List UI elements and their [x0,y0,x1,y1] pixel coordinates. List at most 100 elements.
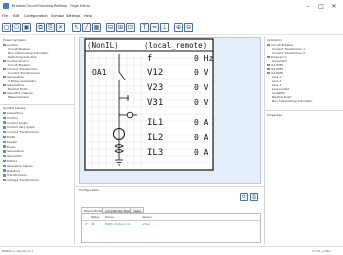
menu-configuration[interactable]: Configuration [24,14,48,18]
align-center-icon[interactable]: ⊞ [116,23,125,32]
grid-header-line [82,220,261,221]
folder-icon [3,150,6,153]
folder-icon [3,111,6,115]
breaker-label: OA1 [92,68,107,77]
refresh-icon[interactable]: ⟳ [240,193,248,201]
menu-file[interactable]: File [2,14,8,18]
app-icon [3,3,9,9]
menu-edit[interactable]: Edit [13,14,20,18]
indicators-header: Indicators [267,38,282,42]
header-left-label: ⟨NonIL⟩ [87,41,119,50]
expand-icon [267,71,270,75]
distribute-icon[interactable]: ═ [150,23,159,32]
voltage-v23-value: 0 V [194,83,209,92]
voltage-v31-label: V31 [147,98,164,108]
line-icon[interactable]: ╱ [82,23,91,32]
tree-item[interactable]: Measurement [3,95,73,99]
check-icon: ✔ [85,222,88,226]
frequency-value: 0 Hz [194,54,214,63]
menu-symbol[interactable]: Symbol [51,14,64,18]
right-section-divider [265,110,343,111]
symbol-library-list: Capacitors Control Control graph Control… [3,111,73,183]
menu-help[interactable]: Help [84,14,92,18]
status-bar: MGDeco, Version 2.7 x=79, y=89 [0,246,343,255]
right-panel-divider [264,36,265,245]
new-icon[interactable]: □ [2,23,11,32]
status-right: x=79, y=89 [312,249,331,253]
indicator-item[interactable]: Non Interlocking Indication [267,99,341,103]
row-version: active [142,223,150,226]
left-section-divider [0,104,74,105]
pointer-icon[interactable]: ↖ [72,23,81,32]
window-title: BreakerCircuitOverview.RelMap - Page Edi… [12,4,91,8]
folder-icon [3,140,6,144]
expand-icon [3,43,6,47]
column-device: Device [105,216,114,219]
text-icon[interactable]: T [140,23,149,32]
properties-header: Properties [267,113,283,117]
voltage-v31-value: 0 V [194,98,209,107]
folder-icon [3,135,6,139]
zoom-out-icon[interactable]: ⊖ [184,23,193,32]
folder-icon [3,130,6,134]
power-symbols-tree: Control Circuit Breaker Non Interlocking… [3,43,73,99]
current-il2-value: 0 A [194,133,209,142]
rotate-icon[interactable]: ⊥ [160,23,169,32]
maximize-button[interactable]: □ [316,2,326,11]
copy-icon[interactable]: ⧉ [36,23,45,32]
indicators-list: Circuit Breaker Current Transformer 1 Cu… [267,43,341,103]
symbol-library-header: Symbol Library [3,106,26,110]
bottom-panel-divider [75,186,264,187]
zoom-in-icon[interactable]: ⊕ [174,23,183,32]
row-status: OK [91,223,95,226]
current-il3-label: IL3 [147,148,164,158]
minimize-button[interactable]: – [303,2,313,11]
current-il1-label: IL1 [147,118,164,128]
voltage-v12-value: 0 V [194,68,209,77]
expand-icon [3,67,6,71]
voltage-v12-label: V12 [147,68,164,78]
folder-icon [3,116,6,120]
folder-icon [3,154,6,158]
expand-icon [3,83,6,87]
current-il1-value: 0 A [194,118,209,127]
header-right-label: ⟨local_remote⟩ [144,41,208,50]
menu-settings[interactable]: Settings [66,14,80,18]
expand-icon [3,91,6,95]
column-status: Status [91,216,100,219]
folder-icon [3,159,6,163]
paste-icon[interactable]: ⎘ [46,23,55,32]
align-left-icon[interactable]: ⊟ [106,23,115,32]
diagram-canvas[interactable]: ⟨NonIL⟩ ⟨local_remote⟩ f 0 Hz OA1 V12 0 … [84,38,214,178]
align-right-icon[interactable]: ⊡ [126,23,135,32]
close-button[interactable]: ✕ [329,2,339,11]
power-symbols-header: Power Symbols [3,38,26,42]
device-grid: Status Device Version ✔ OK MGBR, Module … [81,213,261,243]
expand-icon [3,59,6,63]
grid-icon[interactable]: ▦ [92,23,101,32]
expand-icon [267,55,270,59]
open-icon[interactable]: ⎔ [12,23,21,32]
delete-icon[interactable]: ✕ [56,23,65,32]
folder-icon [3,178,6,182]
title-bar: BreakerCircuitOverview.RelMap - Page Edi… [0,0,343,13]
library-item[interactable]: Voltage Transformers [3,178,73,183]
frequency-label: f [147,54,153,64]
current-il2-label: IL2 [147,133,164,143]
folder-icon [3,145,6,148]
folder-icon [3,126,6,129]
expand-icon [3,75,6,79]
save-icon[interactable]: ▣ [22,23,31,32]
export-icon[interactable]: ⎙ [250,193,258,201]
expand-icon [267,63,270,67]
table-row[interactable]: ✔ OK MGBR, Module X Ca active [82,222,261,227]
folder-icon [3,164,6,168]
expand-icon [267,67,270,71]
folder-icon [3,174,6,177]
status-left: MGDeco, Version 2.7 [2,249,34,253]
toolbar: □ ⎔ ▣ ⧉ ⎘ ✕ ↖ ╱ ▦ ⊟ ⊞ ⊡ T ═ ⊥ ⊕ ⊖ [0,21,343,35]
current-il3-value: 0 A [194,148,209,157]
left-panel-divider [74,36,75,245]
configuration-header: Configuration [79,188,100,192]
folder-icon [3,169,6,172]
